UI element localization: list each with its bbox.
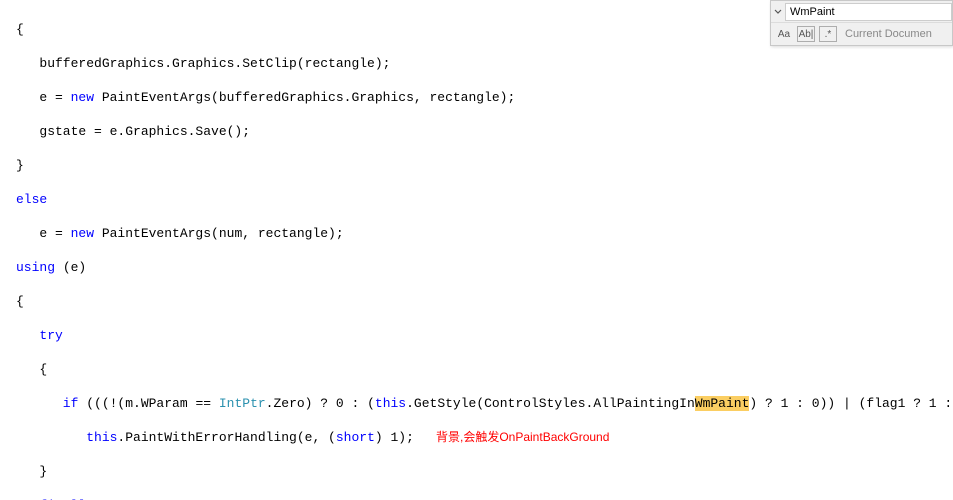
search-input[interactable]: [785, 3, 952, 21]
search-panel: Aa Ab| .* Current Documen: [770, 0, 953, 46]
match-case-toggle[interactable]: Aa: [775, 26, 793, 42]
code-text: {: [16, 294, 24, 309]
code-text: {: [16, 362, 47, 377]
code-text: {: [16, 22, 24, 37]
match-word-toggle[interactable]: Ab|: [797, 26, 815, 42]
code-text: gstate = e.Graphics.Save();: [16, 124, 250, 139]
search-highlight: WmPaint: [695, 396, 750, 411]
code-text: bufferedGraphics.Graphics.SetClip(rectan…: [16, 56, 390, 71]
code-text: (((!(m.WParam ==: [78, 396, 218, 411]
code-text: }: [16, 158, 24, 173]
code-text: (e): [55, 260, 86, 275]
code-text: .PaintWithErrorHandling(e, (: [117, 430, 335, 445]
keyword-else: else: [16, 192, 47, 207]
chevron-down-icon[interactable]: [771, 1, 785, 23]
keyword-this: this: [375, 396, 406, 411]
code-text: .GetStyle(ControlStyles.AllPaintingIn: [406, 396, 695, 411]
keyword-this: this: [16, 430, 117, 445]
code-text: e =: [16, 226, 71, 241]
code-text: }: [16, 464, 47, 479]
keyword-try: try: [16, 328, 63, 343]
keyword-if: if: [16, 396, 78, 411]
keyword-short: short: [336, 430, 375, 445]
code-editor[interactable]: { bufferedGraphics.Graphics.SetClip(rect…: [0, 0, 953, 500]
code-text: .Zero) ? 0 : (: [266, 396, 375, 411]
regex-toggle[interactable]: .*: [819, 26, 837, 42]
code-text: ) ? 1 : 0)) | (flag1 ? 1 :: [749, 396, 952, 411]
code-text: PaintEventArgs(num, rectangle);: [94, 226, 344, 241]
code-text: e =: [16, 90, 71, 105]
type-intptr: IntPtr: [219, 396, 266, 411]
search-scope-label[interactable]: Current Documen: [845, 26, 932, 43]
code-text: PaintEventArgs(bufferedGraphics.Graphics…: [94, 90, 515, 105]
code-text: ) 1);: [375, 430, 414, 445]
keyword-new: new: [71, 226, 94, 241]
keyword-new: new: [71, 90, 94, 105]
annotation-background: 背景,会触发OnPaintBackGround: [436, 429, 609, 446]
keyword-using: using: [16, 260, 55, 275]
